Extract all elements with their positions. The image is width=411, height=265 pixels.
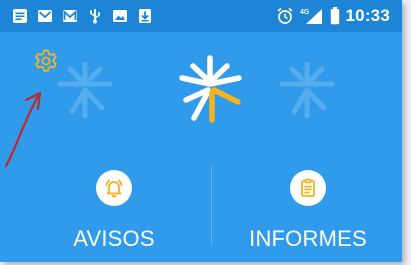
- battery-icon: [330, 7, 339, 25]
- informes-icon-circle: [290, 170, 326, 206]
- avisos-label: AVISOS: [73, 226, 155, 251]
- status-bar: 4G 10:33: [0, 0, 402, 32]
- gmail-icon: [38, 10, 52, 22]
- download-icon: [139, 9, 151, 23]
- sun-logo-ghost-left: [57, 61, 113, 119]
- app-screen: 4G 10:33 AVISOS INFORMES: [0, 0, 402, 262]
- logo: [52, 52, 372, 132]
- clipboard-icon: [301, 178, 315, 197]
- notification-icons: [12, 7, 153, 25]
- clock: 10:33: [345, 6, 390, 25]
- message-icon: [13, 9, 27, 23]
- avisos-button[interactable]: AVISOS: [34, 170, 194, 251]
- tile-divider: [211, 165, 212, 245]
- sun-logo-ghost-right: [279, 61, 335, 119]
- annotation-arrow: [4, 91, 42, 168]
- usb-icon: [90, 9, 101, 24]
- informes-button[interactable]: INFORMES: [228, 170, 388, 251]
- system-status: 4G 10:33: [276, 6, 390, 26]
- alarm-bell-icon: [105, 179, 123, 198]
- svg-text:4G: 4G: [300, 9, 310, 16]
- avisos-icon-circle: [96, 170, 132, 206]
- alarm-icon: [276, 7, 293, 24]
- image-icon: [113, 10, 127, 22]
- informes-label: INFORMES: [249, 226, 367, 251]
- signal-icon: 4G: [300, 9, 322, 24]
- sun-logo: [179, 55, 242, 123]
- gmail-icon: [63, 9, 77, 22]
